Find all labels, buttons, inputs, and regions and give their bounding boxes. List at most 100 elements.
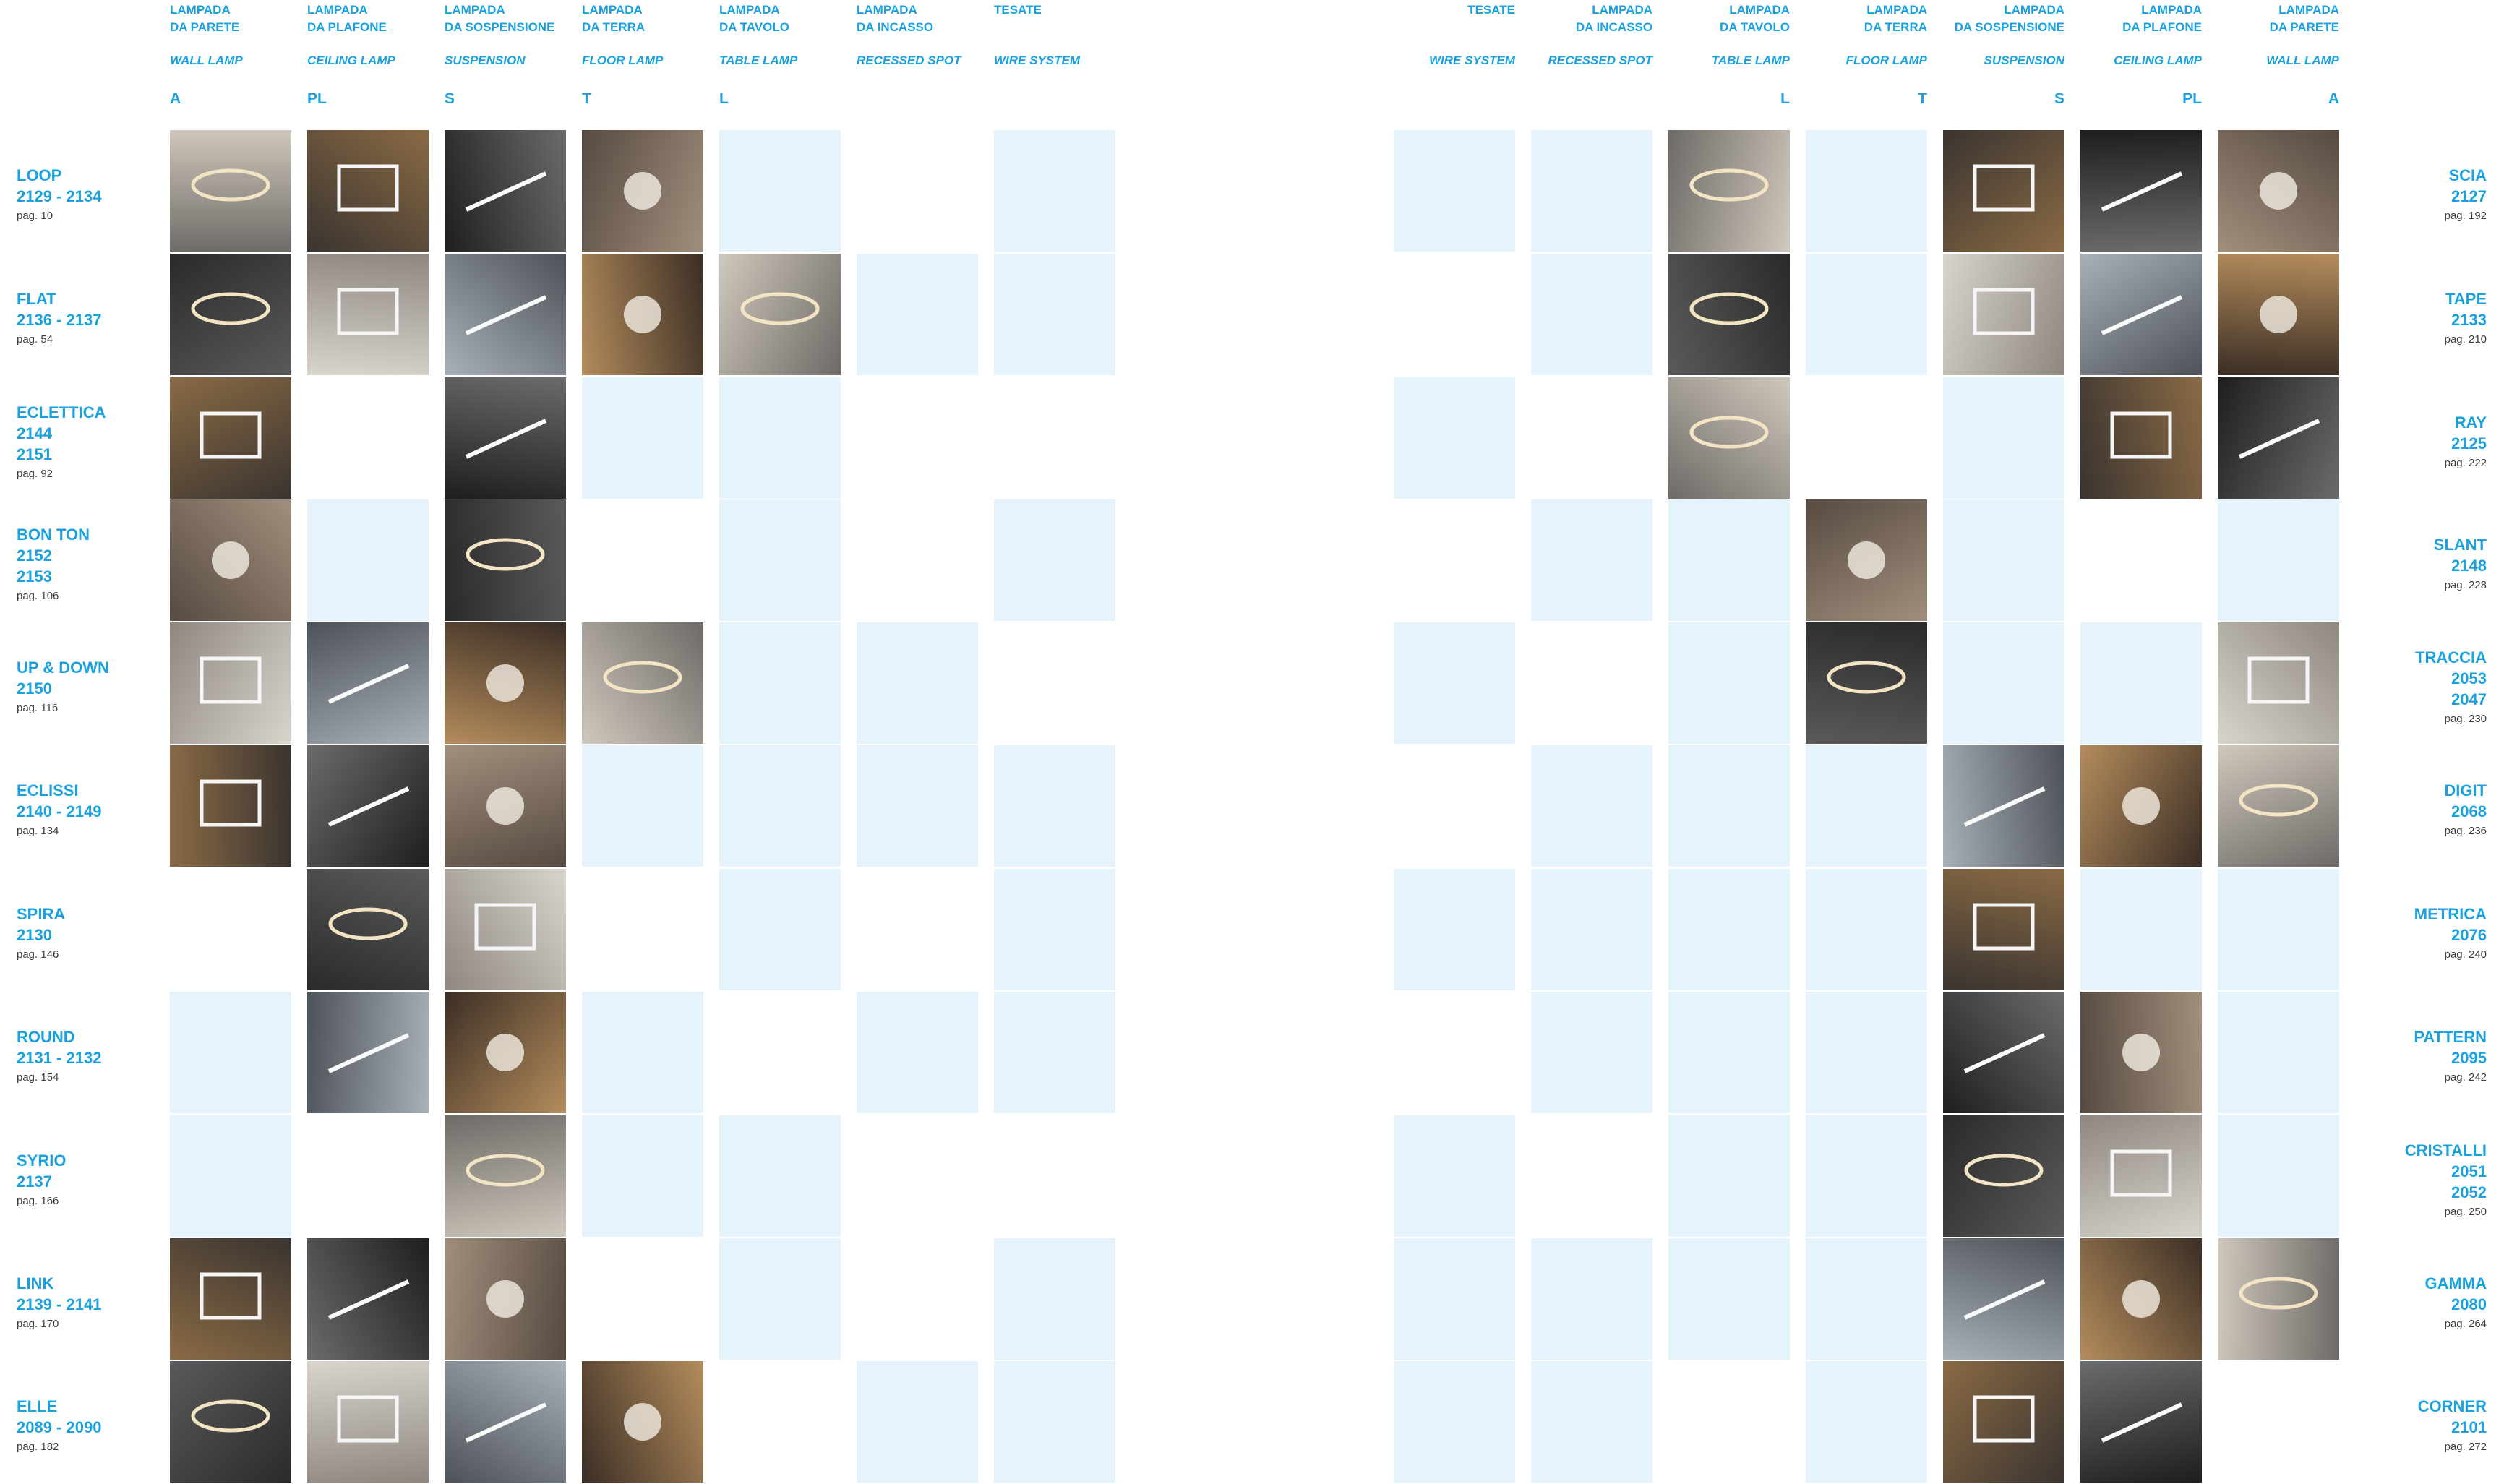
product-photo-left[interactable]: [445, 1115, 566, 1237]
product-photo-right[interactable]: [1943, 745, 2064, 867]
product-row-label[interactable]: SCIA 2127 pag. 192: [2349, 165, 2487, 226]
product-photo-left[interactable]: [170, 377, 291, 499]
product-row-label[interactable]: DIGIT 2068 pag. 236: [2349, 780, 2487, 841]
product-row-label[interactable]: TAPE 2133 pag. 210: [2349, 288, 2487, 349]
product-row-label[interactable]: CORNER 2101 pag. 272: [2349, 1396, 2487, 1457]
product-photo-right[interactable]: [2080, 254, 2202, 375]
lamp-photo-icon: [191, 168, 270, 202]
empty-cell-right: [1668, 622, 1790, 744]
lamp-photo-icon: [1848, 541, 1885, 579]
product-photo-left[interactable]: [445, 992, 566, 1113]
product-photo-right[interactable]: [1668, 130, 1790, 252]
empty-cell-right: [1531, 992, 1652, 1113]
column-header-line1: TESATE: [994, 3, 1042, 17]
product-photo-left[interactable]: [170, 745, 291, 867]
product-row-label[interactable]: BON TON 2152 2153 pag. 106: [17, 524, 90, 606]
product-row-label[interactable]: SPIRA 2130 pag. 146: [17, 904, 65, 964]
product-photo-left[interactable]: [170, 130, 291, 252]
product-photo-right[interactable]: [2080, 1361, 2202, 1483]
lamp-photo-icon: [2238, 419, 2320, 459]
product-photo-left[interactable]: [445, 1238, 566, 1360]
product-row-label[interactable]: UP & DOWN 2150 pag. 116: [17, 657, 109, 718]
product-row-label[interactable]: LINK 2139 - 2141 pag. 170: [17, 1273, 101, 1334]
lamp-photo-icon: [212, 541, 249, 579]
product-photo-right[interactable]: [2080, 745, 2202, 867]
product-photo-right[interactable]: [1806, 622, 1927, 744]
product-row-label[interactable]: TRACCIA 2053 2047 pag. 230: [2349, 647, 2487, 729]
lamp-photo-icon: [740, 292, 820, 325]
lamp-photo-icon: [2239, 784, 2318, 817]
product-photo-right[interactable]: [1668, 254, 1790, 375]
product-photo-left[interactable]: [445, 622, 566, 744]
product-photo-left[interactable]: [307, 1361, 429, 1483]
product-row-label[interactable]: LOOP 2129 - 2134 pag. 10: [17, 165, 101, 226]
lamp-photo-icon: [1973, 164, 2035, 212]
product-photo-left[interactable]: [582, 1361, 703, 1483]
product-photo-left[interactable]: [170, 1238, 291, 1360]
product-photo-right[interactable]: [1668, 377, 1790, 499]
product-photo-right[interactable]: [1943, 1361, 2064, 1483]
product-photo-right[interactable]: [1943, 1115, 2064, 1237]
product-row-label[interactable]: FLAT 2136 - 2137 pag. 54: [17, 288, 101, 349]
product-row-label[interactable]: ECLETTICA 2144 2151 pag. 92: [17, 402, 106, 484]
product-photo-left[interactable]: [307, 254, 429, 375]
product-row-label[interactable]: SYRIO 2137 pag. 166: [17, 1150, 66, 1211]
product-photo-left[interactable]: [445, 499, 566, 621]
product-row-label[interactable]: METRICA 2076 pag. 240: [2349, 904, 2487, 964]
product-photo-left[interactable]: [170, 499, 291, 621]
product-photo-left[interactable]: [445, 377, 566, 499]
product-code: 2052: [2451, 1183, 2487, 1201]
product-row-label[interactable]: ECLISSI 2140 - 2149 pag. 134: [17, 780, 101, 841]
product-code: 2095: [2451, 1049, 2487, 1067]
column-header-line2: DA PARETE: [170, 20, 240, 34]
product-photo-right[interactable]: [2080, 1115, 2202, 1237]
product-photo-left[interactable]: [445, 745, 566, 867]
product-row-label[interactable]: PATTERN 2095 pag. 242: [2349, 1026, 2487, 1087]
product-photo-left[interactable]: [170, 254, 291, 375]
product-photo-right[interactable]: [2218, 130, 2339, 252]
product-photo-left[interactable]: [445, 869, 566, 990]
lamp-photo-icon: [2122, 1034, 2160, 1071]
empty-cell-right: [2218, 992, 2339, 1113]
product-photo-right[interactable]: [2218, 1238, 2339, 1360]
product-photo-right[interactable]: [2218, 377, 2339, 499]
lamp-photo-icon: [191, 292, 270, 325]
product-photo-right[interactable]: [2218, 745, 2339, 867]
product-photo-left[interactable]: [307, 745, 429, 867]
product-photo-left[interactable]: [582, 622, 703, 744]
product-photo-right[interactable]: [2080, 130, 2202, 252]
product-photo-right[interactable]: [2080, 1238, 2202, 1360]
product-photo-left[interactable]: [445, 130, 566, 252]
product-row-label[interactable]: GAMMA 2080 pag. 264: [2349, 1273, 2487, 1334]
product-row-label[interactable]: ROUND 2131 - 2132 pag. 154: [17, 1026, 101, 1087]
product-photo-left[interactable]: [307, 130, 429, 252]
product-photo-right[interactable]: [1943, 130, 2064, 252]
product-photo-right[interactable]: [2080, 377, 2202, 499]
empty-cell-right: [2218, 1115, 2339, 1237]
product-photo-right[interactable]: [2218, 622, 2339, 744]
product-photo-right[interactable]: [2218, 254, 2339, 375]
product-photo-right[interactable]: [1943, 1238, 2064, 1360]
product-photo-left[interactable]: [582, 130, 703, 252]
product-row-label[interactable]: RAY 2125 pag. 222: [2349, 412, 2487, 473]
product-photo-right[interactable]: [1943, 869, 2064, 990]
product-photo-left[interactable]: [307, 1238, 429, 1360]
product-photo-left[interactable]: [445, 254, 566, 375]
product-photo-left[interactable]: [719, 254, 841, 375]
product-photo-left[interactable]: [307, 992, 429, 1113]
product-photo-left[interactable]: [307, 869, 429, 990]
product-photo-left[interactable]: [445, 1361, 566, 1483]
empty-cell-right: [1394, 622, 1515, 744]
product-photo-left[interactable]: [582, 254, 703, 375]
product-photo-right[interactable]: [1943, 992, 2064, 1113]
product-row-label[interactable]: CRISTALLI 2051 2052 pag. 250: [2349, 1140, 2487, 1222]
product-photo-right[interactable]: [2080, 992, 2202, 1113]
product-row-label[interactable]: ELLE 2089 - 2090 pag. 182: [17, 1396, 101, 1457]
product-photo-left[interactable]: [307, 622, 429, 744]
product-photo-left[interactable]: [170, 622, 291, 744]
product-photo-right[interactable]: [1806, 499, 1927, 621]
column-header-left-3: LAMPADA DA TERRA: [582, 1, 645, 36]
product-row-label[interactable]: SLANT 2148 pag. 228: [2349, 534, 2487, 595]
product-photo-left[interactable]: [170, 1361, 291, 1483]
product-photo-right[interactable]: [1943, 254, 2064, 375]
